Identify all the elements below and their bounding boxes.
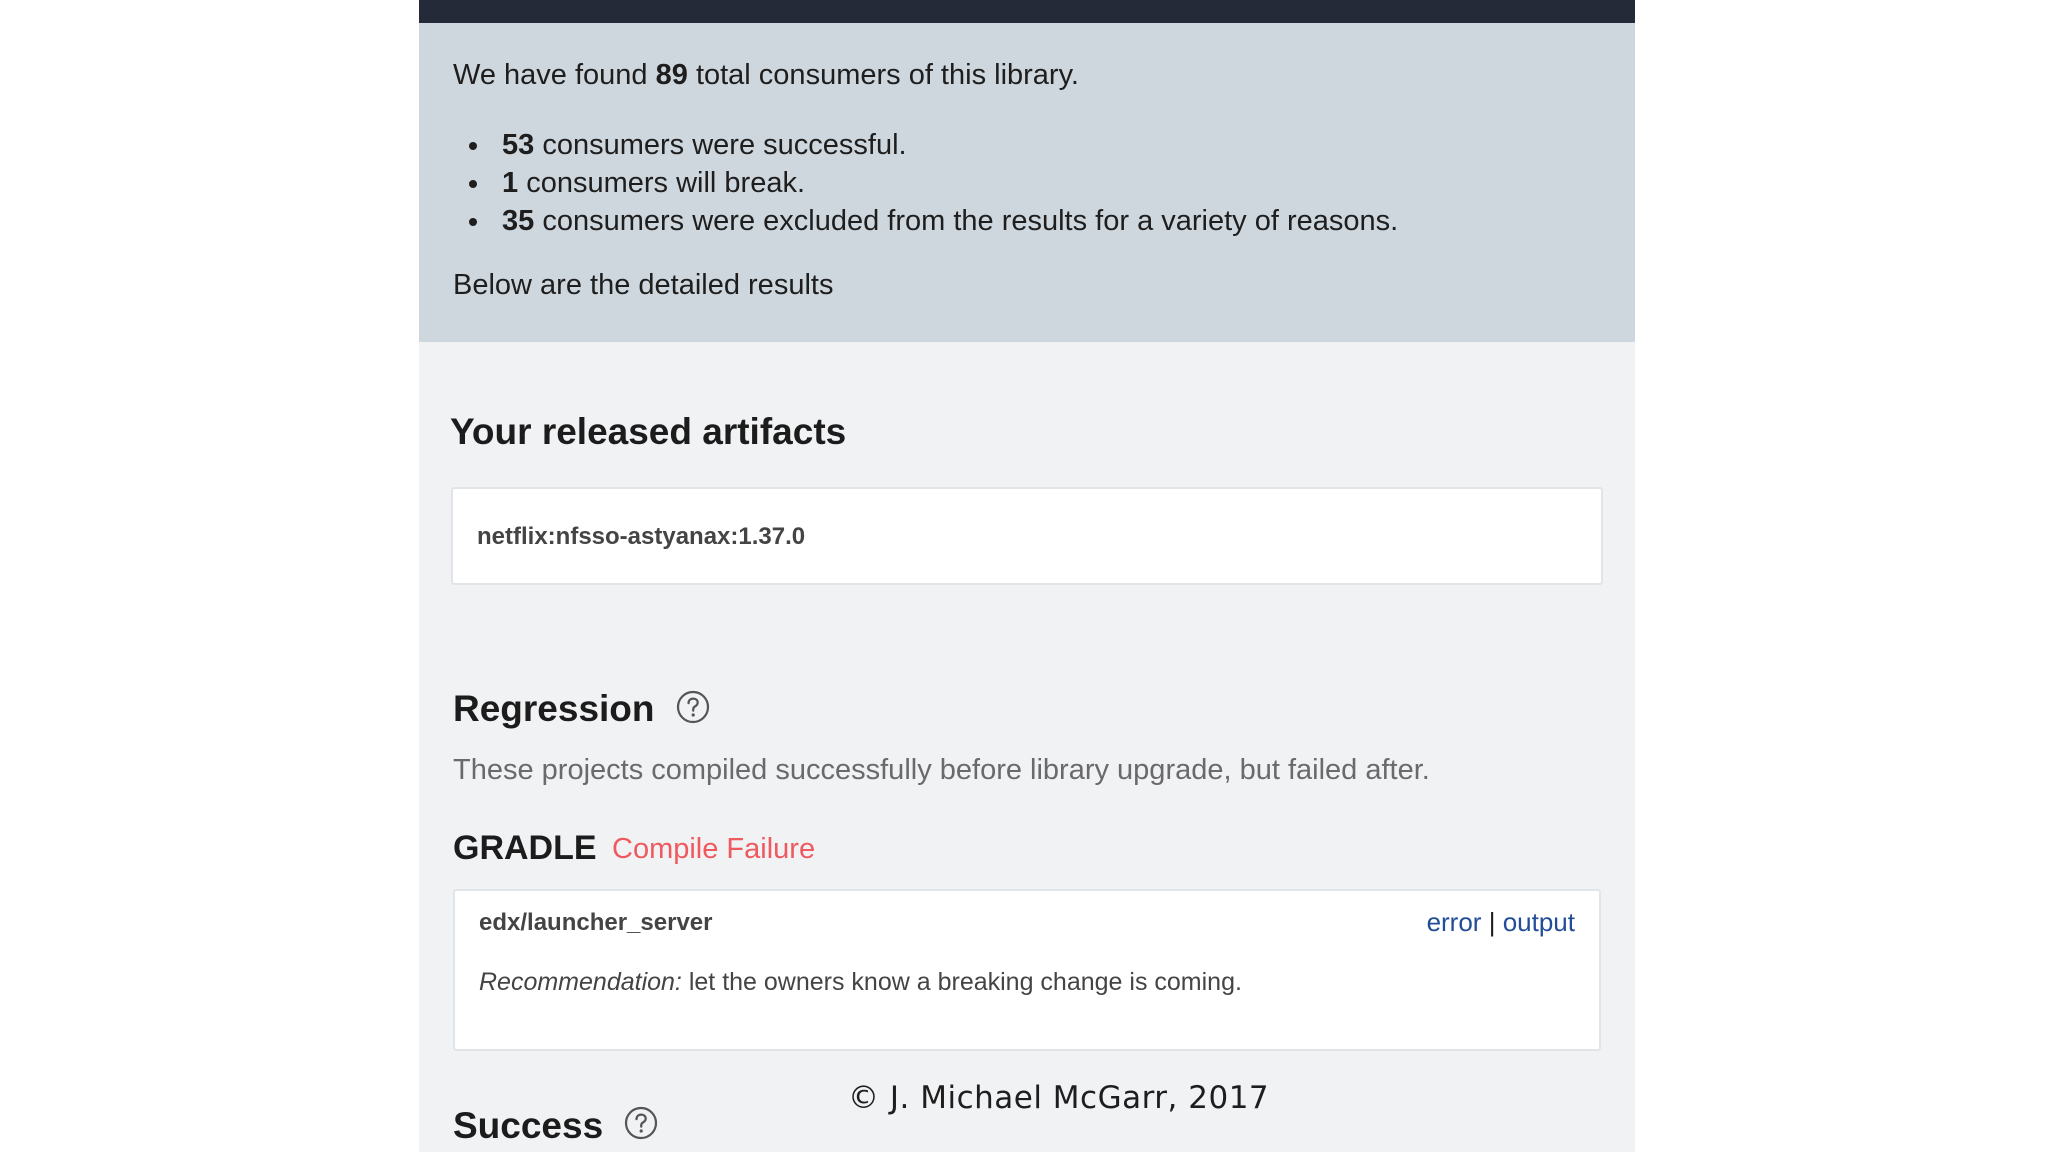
project-name: edx/launcher_server [479,909,713,936]
total-consumers-count: 89 [655,59,688,91]
artifact-card: netflix:nfsso-astyanax:1.37.0 [451,487,1603,585]
top-nav-bar [419,0,1635,23]
bullet-dot [469,180,477,188]
regression-description: These projects compiled successfully bef… [453,754,1430,786]
link-separator: | [1488,907,1496,937]
bullet-dot [469,142,477,150]
result-links: error | output [1427,907,1575,938]
artifacts-title: Your released artifacts [450,411,847,452]
break-count: 1 [502,167,519,199]
recommendation-label: Recommendation: [479,968,682,996]
bullet-dot [469,218,477,226]
question-circle-icon[interactable] [624,1106,658,1140]
summary-bullet-excluded: 35 consumers were excluded from the resu… [453,202,1398,240]
summary-bullet-successful: 53 consumers were successful. [453,126,1398,164]
recommendation-text: let the owners know a breaking change is… [688,968,1242,996]
bullet-text: consumers were excluded from the results… [542,205,1399,237]
success-title: Success [453,1105,604,1146]
summary-intro-suffix: total consumers of this library. [695,59,1079,91]
copyright-footer: © J. Michael McGarr, 2017 [848,1080,1270,1116]
question-circle-icon[interactable] [676,690,710,724]
summary-bullet-break: 1 consumers will break. [453,164,1398,202]
excluded-count: 35 [502,205,535,237]
error-link[interactable]: error [1427,907,1482,937]
bullet-text: consumers were successful. [542,129,907,161]
summary-panel: We have found 89 total consumers of this… [419,23,1635,342]
output-link[interactable]: output [1503,907,1575,937]
regression-result-card: edx/launcher_server error | output Recom… [453,889,1601,1051]
summary-bullet-list: 53 consumers were successful. 1 consumer… [453,126,1398,240]
artifact-coordinate: netflix:nfsso-astyanax:1.37.0 [477,523,806,550]
recommendation: Recommendation: let the owners know a br… [479,968,1242,997]
bullet-text: consumers will break. [526,167,806,199]
regression-title: Regression [453,688,655,729]
summary-intro: We have found 89 total consumers of this… [453,58,1079,92]
detail-note: Below are the detailed results [453,269,834,301]
summary-intro-prefix: We have found [453,59,648,91]
status-badge: Compile Failure [612,833,816,865]
build-tool-label: GRADLE [453,829,597,867]
report-page: We have found 89 total consumers of this… [419,0,1635,1152]
successful-count: 53 [502,129,535,161]
